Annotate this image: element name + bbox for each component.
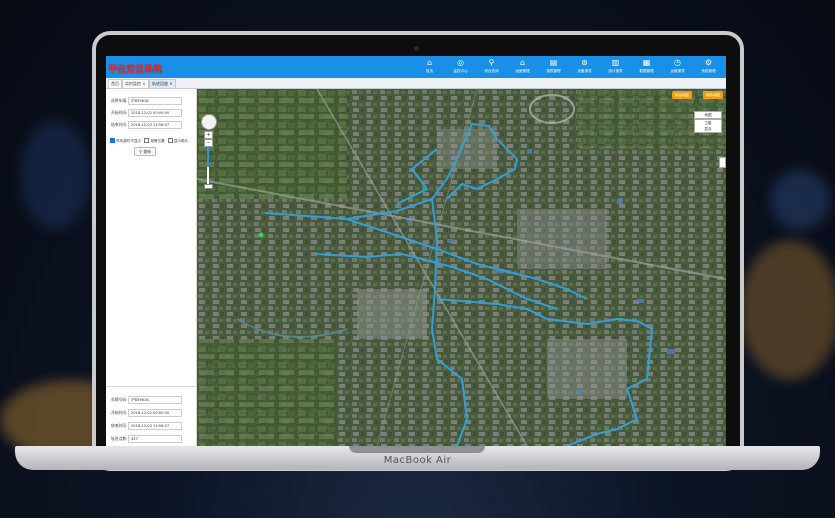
- query-panel: 选择车辆: 沪B3961B 开始时间: 2018-12-02 00:00:00 …: [106, 89, 197, 446]
- map-type-hybrid[interactable]: 混合: [695, 126, 721, 132]
- nav-item-system[interactable]: ⚙ 系统管理: [693, 57, 724, 74]
- option-show-arrow[interactable]: 显示箭头: [167, 138, 188, 143]
- query-button[interactable]: ⚲ 查询: [134, 147, 156, 156]
- nav-item-device-report[interactable]: ⊛ 设备报表: [569, 57, 600, 74]
- city-light-glow: [740, 240, 835, 380]
- clock-icon: ◷: [674, 58, 681, 67]
- zoom-in-button[interactable]: +: [204, 131, 213, 139]
- nav-item-statistics[interactable]: ▥ 统计报表: [600, 57, 631, 74]
- pan-control[interactable]: [201, 114, 217, 130]
- start-time-label: 开始时间:: [111, 110, 128, 115]
- checkbox-icon: [110, 138, 115, 143]
- home-icon: ⌂: [426, 58, 433, 67]
- tab-realtime-monitor[interactable]: 实时监控 ×: [122, 79, 149, 88]
- map-imagery: [197, 89, 726, 446]
- result-count-value: 437: [128, 435, 182, 443]
- app-screen: 平台定位系统 ⌂ 首页 ◎ 监控中心 ⚲ 综合查询 ⌂ 运营管理 ▤ 报表管理 ⊛ 设备报表…: [106, 56, 726, 446]
- tab-track-playback[interactable]: 轨迹回放 ×: [149, 79, 176, 88]
- gear-icon: ⚙: [704, 58, 713, 67]
- option-hide-stop-timeout[interactable]: 停车超时不显示: [110, 138, 141, 143]
- bank-icon: ⌂: [519, 58, 526, 67]
- zoom-out-button[interactable]: −: [204, 139, 213, 147]
- clear-map-button[interactable]: 清除地图: [702, 91, 723, 99]
- plate-label: 选择车辆:: [111, 98, 128, 103]
- checkbox-icon: [167, 138, 173, 143]
- end-time-label: 结束时间:: [111, 122, 128, 127]
- chart-icon: ▥: [611, 58, 620, 67]
- tab-bar: 首页 实时监控 × 轨迹回放 ×: [106, 78, 726, 89]
- result-start-label: 开始时间:: [111, 410, 128, 415]
- tab-home[interactable]: 首页: [108, 79, 122, 88]
- map-type-button[interactable]: 地图: [694, 111, 722, 119]
- filter-options: 停车超时不显示 报警位置 显示箭头: [110, 138, 190, 144]
- main-nav: ⌂ 首页 ◎ 监控中心 ⚲ 综合查询 ⌂ 运营管理 ▤ 报表管理 ⊛ 设备报表 ▥ 统计报表 …: [414, 57, 724, 74]
- start-time-input[interactable]: 2018-12-02 00:00:00: [128, 109, 182, 117]
- nav-item-report[interactable]: ▤ 报表管理: [538, 57, 569, 74]
- city-light-glow: [20, 120, 90, 230]
- monitor-icon: ◎: [457, 58, 464, 67]
- checkbox-icon: [144, 138, 150, 143]
- side-collapse-tab[interactable]: [719, 157, 726, 168]
- result-end-label: 结束时间:: [111, 423, 128, 428]
- zoom-slider-knob[interactable]: [204, 184, 213, 189]
- measure-map-button[interactable]: 测量地图: [671, 91, 692, 99]
- result-start-value: 2018-12-02 00:00:00: [128, 409, 182, 417]
- result-plate-label: 车牌号码:: [111, 397, 128, 402]
- zoom-slider-fill: [207, 147, 209, 167]
- device-brand-label: MacBook Air: [383, 455, 452, 466]
- map-type-menu: 卫星 混合: [694, 119, 722, 133]
- app-title: 平台定位系统: [108, 65, 163, 75]
- plate-input[interactable]: 沪B3961B: [128, 97, 182, 105]
- option-alarm-position[interactable]: 报警位置: [144, 138, 165, 143]
- nav-item-operation-report[interactable]: ◷ 运营报表: [662, 57, 693, 74]
- laptop-notch: [349, 446, 485, 453]
- settings-circle-icon: ⊛: [581, 58, 588, 67]
- nav-item-data[interactable]: ▦ 数据管理: [631, 57, 662, 74]
- panel-divider: [106, 386, 196, 387]
- city-light-glow: [770, 170, 830, 230]
- nav-item-home[interactable]: ⌂ 首页: [414, 57, 445, 74]
- start-marker: [258, 232, 264, 238]
- nav-item-search[interactable]: ⚲ 综合查询: [476, 57, 507, 74]
- result-count-label: 轨迹点数:: [111, 436, 128, 441]
- document-icon: ▤: [549, 58, 558, 67]
- nav-item-operation[interactable]: ⌂ 运营管理: [507, 57, 538, 74]
- satellite-map[interactable]: + − 测量地图 清除地图 地图 卫星 混合: [197, 89, 726, 446]
- result-plate-value: 沪B3961B: [128, 396, 182, 404]
- camera-icon: [414, 46, 419, 51]
- result-end-value: 2018-12-03 15:56:07: [128, 422, 182, 430]
- end-time-input[interactable]: 2018-12-03 15:56:07: [128, 121, 182, 129]
- search-icon: ⚲: [139, 149, 142, 154]
- search-icon: ⚲: [488, 58, 495, 67]
- nav-item-monitor[interactable]: ◎ 监控中心: [445, 57, 476, 74]
- app-header: 平台定位系统 ⌂ 首页 ◎ 监控中心 ⚲ 综合查询 ⌂ 运营管理 ▤ 报表管理 ⊛ 设备报表…: [106, 56, 726, 78]
- form-icon: ▦: [642, 58, 651, 67]
